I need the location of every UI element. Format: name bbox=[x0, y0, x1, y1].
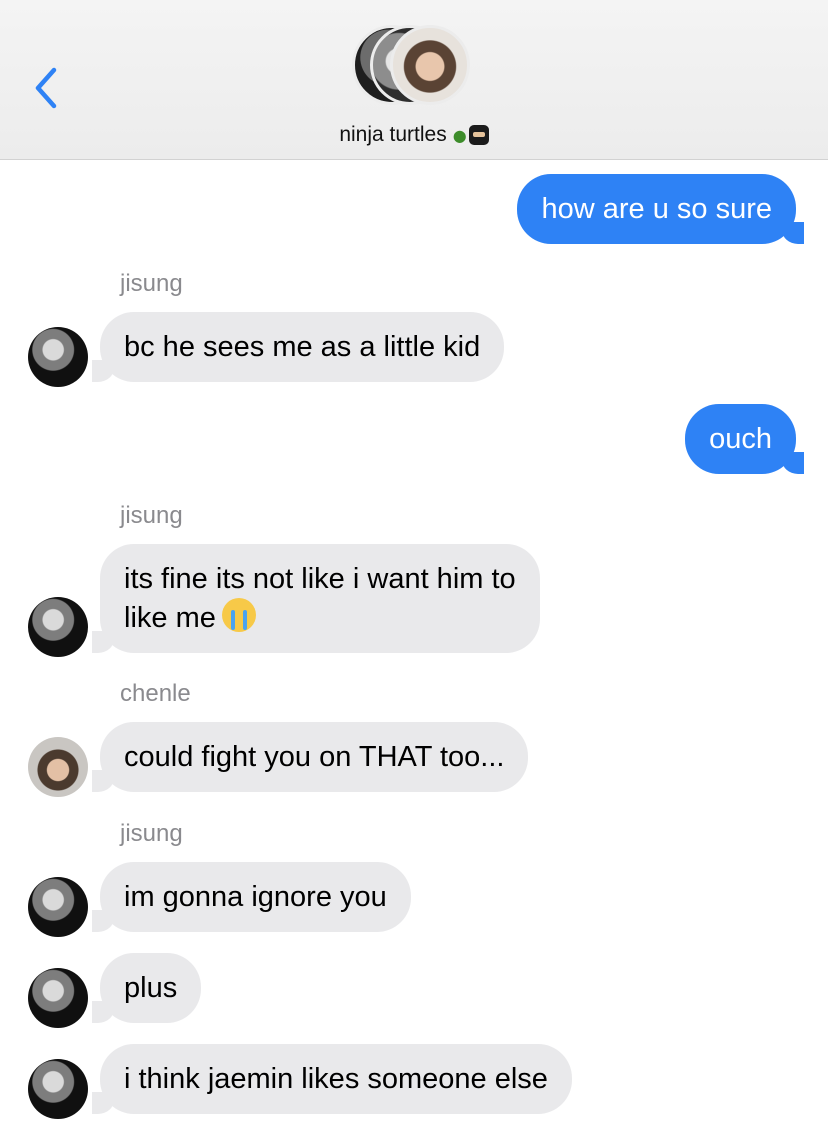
sender-name: jisung bbox=[120, 270, 183, 297]
message-text-line: its fine its not like i want him to bbox=[124, 563, 516, 595]
member-avatar bbox=[390, 25, 470, 105]
message-text: plus bbox=[124, 972, 178, 1004]
chat-title[interactable]: ninja turtles ● bbox=[0, 120, 828, 150]
message-list[interactable]: how are u so sure jisung bc he sees me a… bbox=[0, 160, 828, 1145]
back-button[interactable] bbox=[28, 64, 68, 112]
chat-title-label: ninja turtles bbox=[339, 123, 447, 146]
message-text: how are u so sure bbox=[541, 193, 772, 225]
message-text: bc he sees me as a little kid bbox=[124, 331, 481, 363]
message-bubble-incoming[interactable]: plus bbox=[91, 953, 202, 1023]
chat-header: ninja turtles ● bbox=[0, 0, 828, 160]
ninja-emoji-icon bbox=[468, 125, 489, 145]
turtle-emoji-icon: ● bbox=[452, 125, 467, 145]
sender-name: jisung bbox=[120, 502, 183, 529]
sender-name: chenle bbox=[120, 680, 191, 707]
message-bubble-outgoing[interactable]: how are u so sure bbox=[517, 174, 804, 244]
chevron-left-icon bbox=[35, 67, 57, 109]
message-bubble-incoming[interactable]: its fine its not like i want him to like… bbox=[92, 544, 540, 653]
sender-name: jisung bbox=[120, 820, 183, 847]
avatar[interactable] bbox=[28, 597, 88, 657]
group-avatar-stack[interactable] bbox=[352, 25, 476, 107]
message-bubble-incoming[interactable]: bc he sees me as a little kid bbox=[91, 312, 505, 382]
message-text-line: like me bbox=[124, 598, 516, 637]
title-emojis: ● bbox=[453, 125, 489, 145]
message-bubble-incoming[interactable]: im gonna ignore you bbox=[92, 862, 411, 932]
avatar[interactable] bbox=[28, 327, 88, 387]
loudly-crying-face-emoji-icon bbox=[221, 598, 256, 632]
avatar[interactable] bbox=[28, 737, 88, 797]
message-text: im gonna ignore you bbox=[124, 881, 387, 913]
message-text: i think jaemin likes someone else bbox=[124, 1063, 548, 1095]
message-text: ouch bbox=[709, 423, 772, 455]
avatar[interactable] bbox=[28, 1059, 88, 1119]
message-text: could fight you on THAT too... bbox=[124, 741, 505, 773]
message-bubble-outgoing[interactable]: ouch bbox=[685, 404, 804, 474]
message-bubble-incoming[interactable]: could fight you on THAT too... bbox=[91, 722, 529, 792]
avatar[interactable] bbox=[28, 968, 88, 1028]
message-bubble-incoming[interactable]: i think jaemin likes someone else bbox=[92, 1044, 572, 1114]
message-text: like me bbox=[124, 602, 216, 634]
avatar[interactable] bbox=[28, 877, 88, 937]
